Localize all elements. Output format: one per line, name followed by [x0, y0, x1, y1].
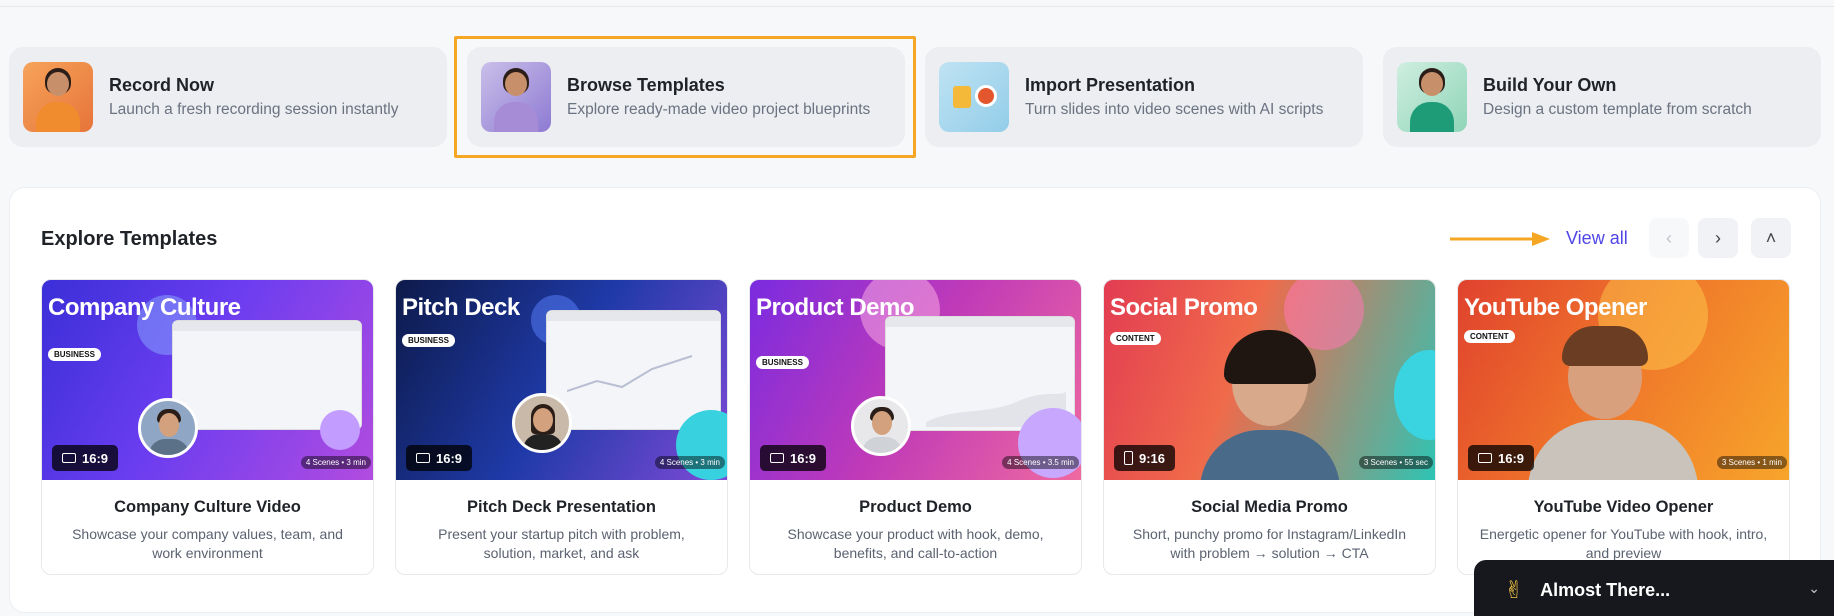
template-card-youtube-opener[interactable]: YouTube Opener CONTENT 16:9 3 Scenes • 1… — [1457, 279, 1790, 575]
scene-meta: 3 Scenes • 1 min — [1716, 456, 1787, 469]
scene-meta: 3 Scenes • 55 sec — [1358, 456, 1433, 469]
template-title: Product Demo — [859, 498, 972, 516]
template-description: Showcase your company values, team, and … — [72, 526, 343, 561]
scene-meta: 4 Scenes • 3.5 min — [1002, 456, 1079, 469]
onboarding-toast[interactable]: ✌ Almost There... ⌄ — [1474, 560, 1834, 616]
section-title: Explore Templates — [41, 228, 218, 250]
aspect-ratio-badge: 16:9 — [406, 445, 473, 471]
action-title: Record Now — [109, 75, 215, 95]
thumbnail-title: YouTube Opener — [1464, 294, 1647, 321]
build-your-own-card[interactable]: Build Your Own Design a custom template … — [1383, 47, 1821, 147]
template-card-product-demo[interactable]: Product Demo BUSINESS 16:9 4 Scenes • 3.… — [749, 279, 1082, 575]
category-badge: CONTENT — [1110, 332, 1161, 345]
aspect-ratio-badge: 9:16 — [1114, 445, 1176, 471]
build-person-thumb — [1397, 62, 1467, 132]
template-description: Showcase your product with hook, demo, b… — [787, 526, 1044, 561]
record-person-thumb — [23, 62, 93, 132]
template-thumbnail: Product Demo BUSINESS 16:9 4 Scenes • 3.… — [750, 280, 1081, 480]
template-description: Present your startup pitch with problem,… — [438, 526, 685, 561]
landscape-frame-icon — [62, 453, 76, 463]
avatar — [138, 398, 198, 458]
browse-person-thumb — [481, 62, 551, 132]
portrait-frame-icon — [1124, 451, 1133, 465]
thumbnail-title: Company Culture — [48, 294, 241, 321]
category-badge: CONTENT — [1464, 330, 1515, 343]
victory-hand-icon: ✌ — [1504, 576, 1525, 604]
record-now-card[interactable]: Record Now Launch a fresh recording sess… — [9, 47, 447, 147]
action-subtitle: Launch a fresh recording session instant… — [109, 101, 399, 118]
template-thumbnail: Social Promo CONTENT 9:16 3 Scenes • 55 … — [1104, 280, 1435, 480]
arrow-right-icon — [1450, 232, 1550, 246]
template-thumbnail: YouTube Opener CONTENT 16:9 3 Scenes • 1… — [1458, 280, 1789, 480]
category-badge: BUSINESS — [48, 348, 101, 361]
chevron-left-icon[interactable]: ‹ — [1649, 218, 1689, 258]
category-badge: BUSINESS — [402, 334, 455, 347]
action-subtitle: Explore ready-made video project bluepri… — [567, 101, 871, 118]
template-title: Company Culture Video — [114, 498, 301, 516]
explore-templates-panel: Explore Templates View all ‹ › ˄ Company… — [9, 187, 1821, 613]
import-presentation-card[interactable]: Import Presentation Turn slides into vid… — [925, 47, 1363, 147]
template-description: Short, punchy promo for Instagram/Linked… — [1132, 526, 1407, 561]
landscape-frame-icon — [770, 453, 784, 463]
action-title: Import Presentation — [1025, 75, 1196, 95]
template-thumbnail: Company Culture BUSINESS 16:9 4 Scenes •… — [42, 280, 373, 480]
template-description: Energetic opener for YouTube with hook, … — [1479, 526, 1768, 561]
top-divider — [0, 6, 1834, 7]
scene-meta: 4 Scenes • 3 min — [654, 456, 725, 469]
template-thumbnail: Pitch Deck BUSINESS 16:9 4 Scenes • 3 mi… — [396, 280, 727, 480]
category-badge: BUSINESS — [756, 356, 809, 369]
avatar — [512, 393, 572, 453]
landscape-frame-icon — [416, 453, 430, 463]
avatar — [851, 396, 911, 456]
chevron-up-icon[interactable]: ˄ — [1751, 218, 1791, 258]
action-subtitle: Turn slides into video scenes with AI sc… — [1025, 101, 1324, 118]
template-card-pitch-deck[interactable]: Pitch Deck BUSINESS 16:9 4 Scenes • 3 mi… — [395, 279, 728, 575]
aspect-ratio-badge: 16:9 — [52, 445, 119, 471]
import-slides-thumb — [939, 62, 1009, 132]
action-subtitle: Design a custom template from scratch — [1483, 101, 1752, 118]
aspect-ratio-badge: 16:9 — [760, 445, 827, 471]
landscape-frame-icon — [1478, 453, 1492, 463]
template-card-company-culture[interactable]: Company Culture BUSINESS 16:9 4 Scenes •… — [41, 279, 374, 575]
browse-templates-card[interactable]: Browse Templates Explore ready-made vide… — [467, 47, 905, 147]
chevron-right-icon[interactable]: › — [1698, 218, 1738, 258]
thumbnail-title: Social Promo — [1110, 294, 1258, 321]
template-title: YouTube Video Opener — [1533, 498, 1714, 516]
toast-title: Almost There... — [1540, 579, 1671, 600]
template-title: Social Media Promo — [1191, 498, 1348, 516]
template-card-social-promo[interactable]: Social Promo CONTENT 9:16 3 Scenes • 55 … — [1103, 279, 1436, 575]
view-all-link[interactable]: View all — [1566, 228, 1628, 249]
action-title: Build Your Own — [1483, 75, 1617, 95]
chevron-down-icon[interactable]: ⌄ — [1808, 580, 1820, 597]
template-title: Pitch Deck Presentation — [467, 498, 656, 516]
aspect-ratio-badge: 16:9 — [1468, 445, 1535, 471]
thumbnail-title: Product Demo — [756, 294, 915, 321]
scene-meta: 4 Scenes • 3 min — [300, 456, 371, 469]
thumbnail-title: Pitch Deck — [402, 294, 520, 321]
action-title: Browse Templates — [567, 75, 725, 95]
quick-actions-row: Record Now Launch a fresh recording sess… — [9, 47, 1821, 147]
